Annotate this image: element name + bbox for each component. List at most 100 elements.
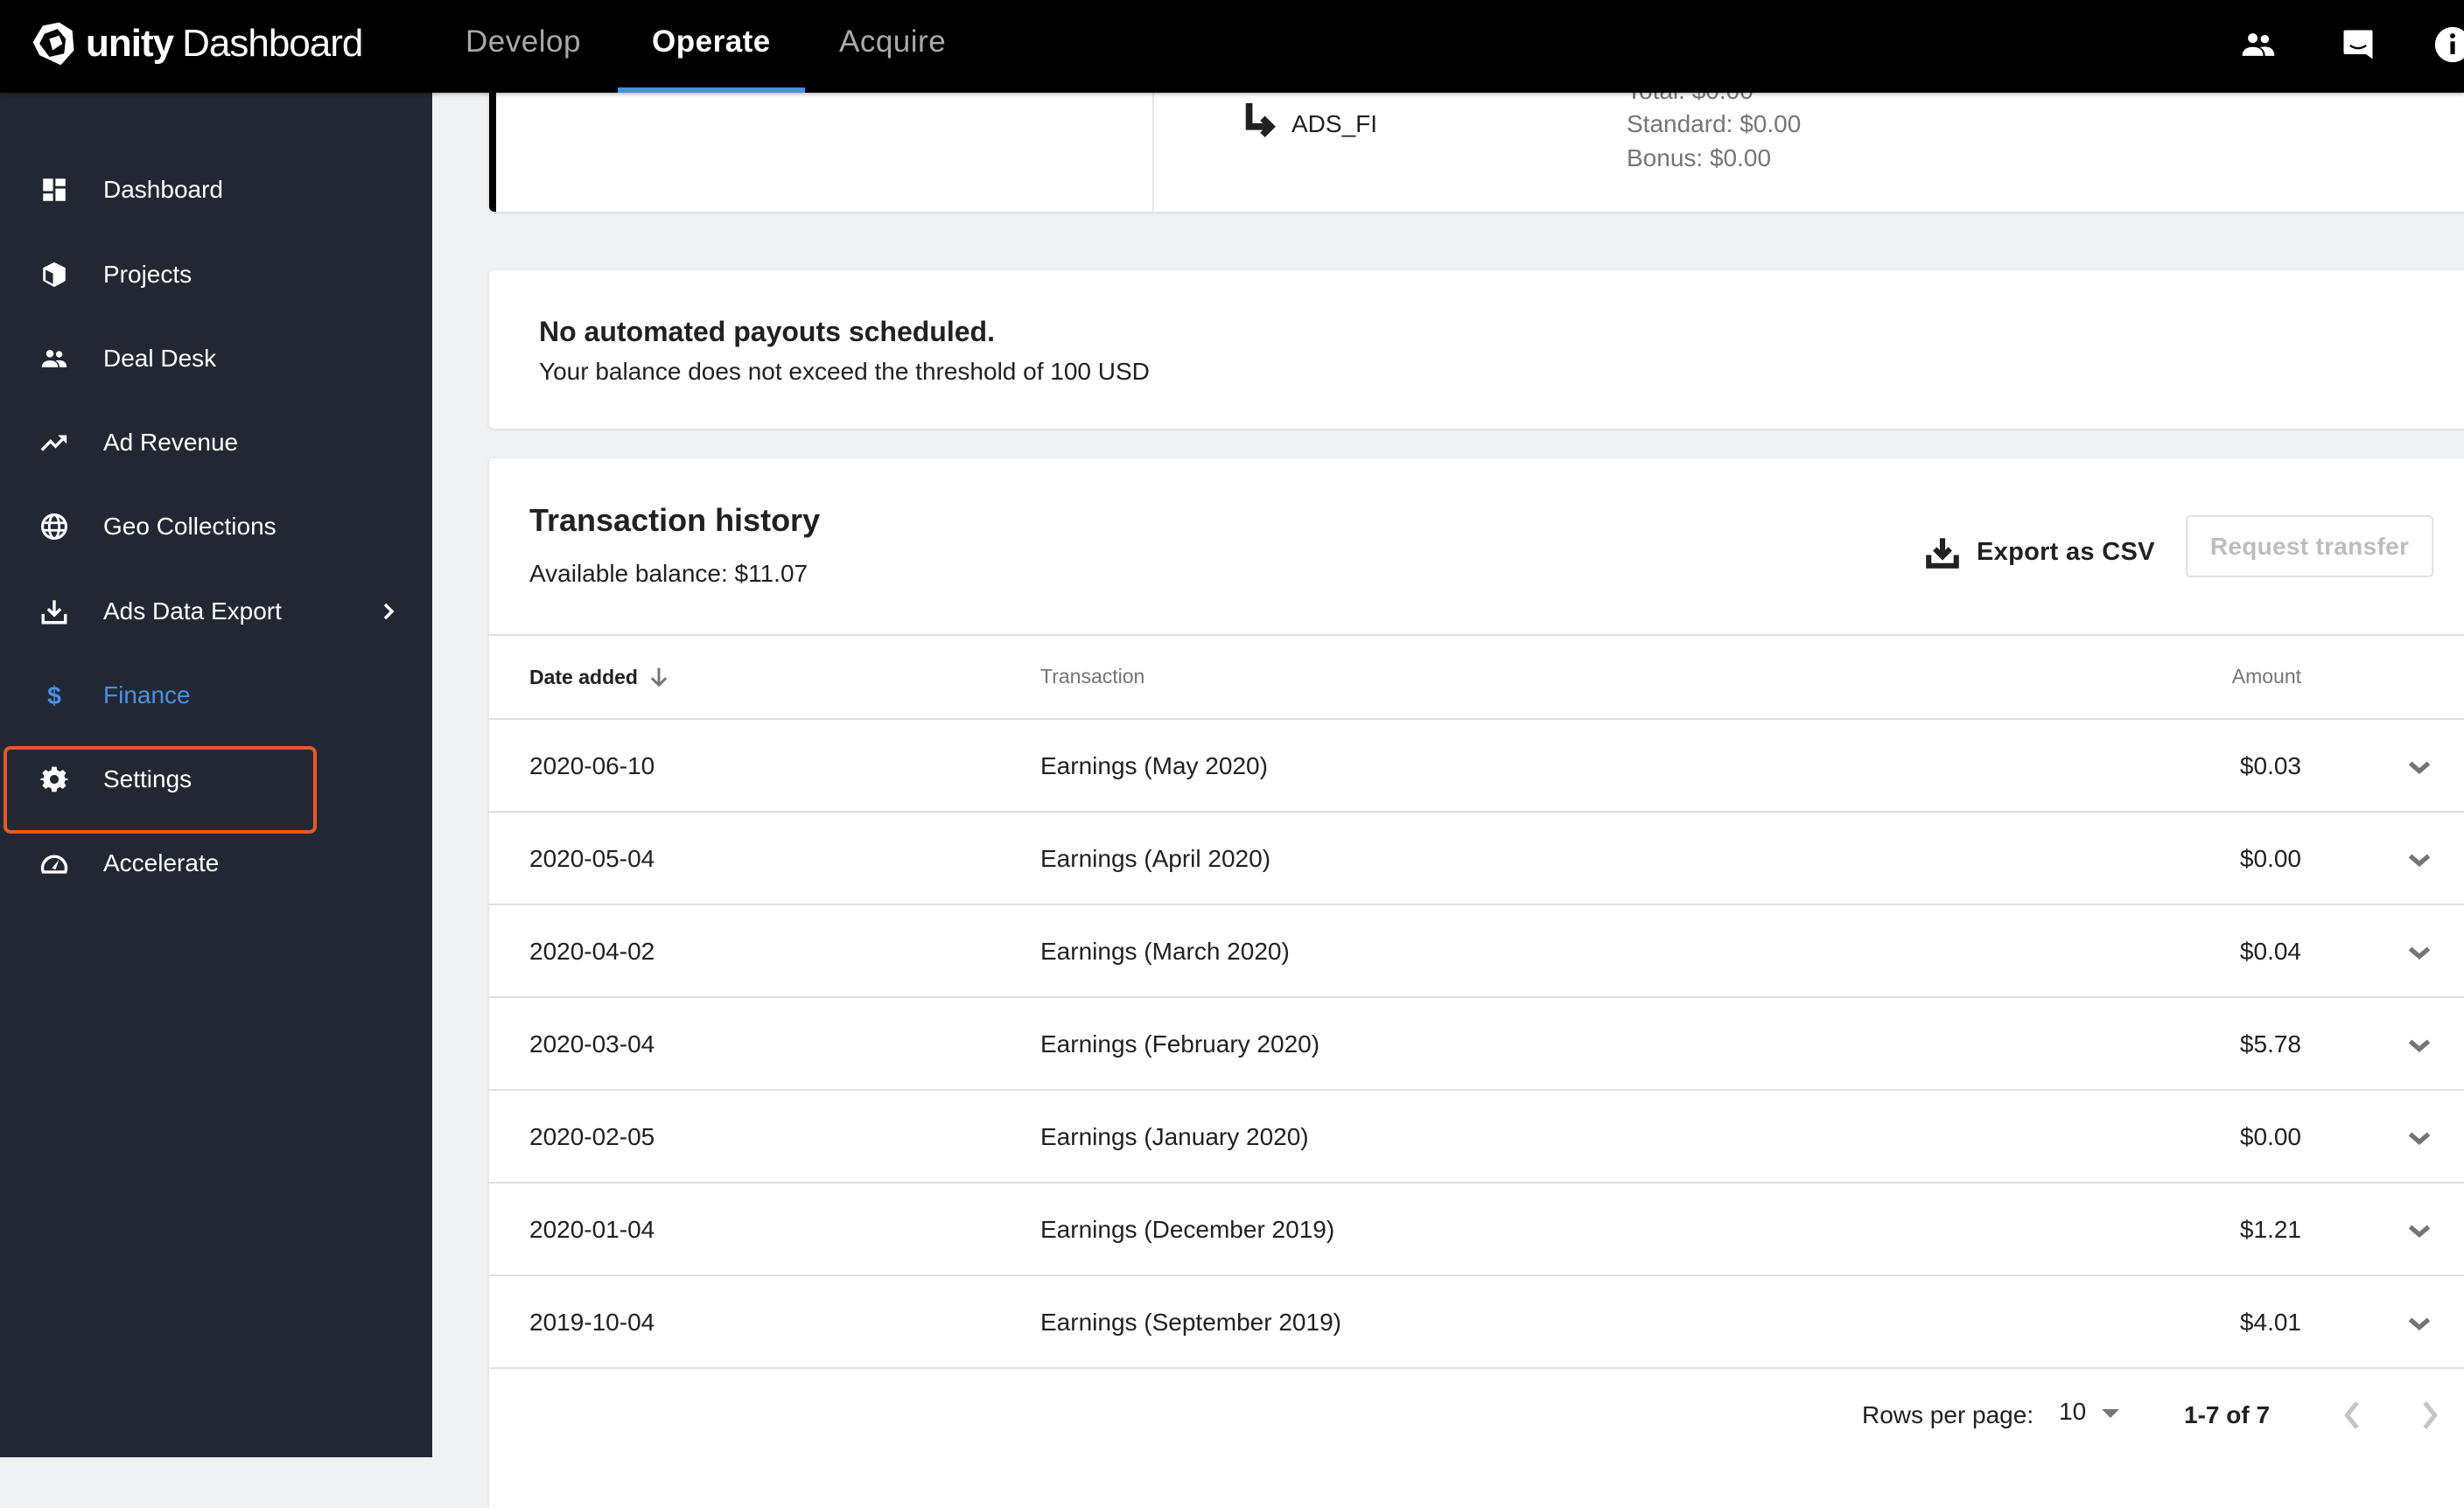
cell-transaction: Earnings (January 2020) [1040, 1123, 1309, 1150]
sidebar-item-label: Finance [103, 681, 191, 709]
tab-operate[interactable]: Operate [652, 24, 771, 59]
payout-subtitle: Your balance does not exceed the thresho… [539, 358, 1150, 385]
sidebar-item-projects[interactable]: Projects [0, 233, 432, 317]
expand-row-chevron-icon[interactable] [2404, 844, 2435, 876]
rows-per-page-value: 10 [2059, 1398, 2087, 1425]
sidebar-item-label: Accelerate [103, 849, 220, 876]
request-transfer-button[interactable]: Request transfer [2186, 515, 2433, 577]
column-header-date-label: Date added [529, 665, 638, 688]
cell-date: 2020-02-05 [529, 1123, 655, 1150]
chat-icon[interactable] [2338, 24, 2378, 65]
sidebar-item-label: Ad Revenue [103, 429, 239, 456]
sidebar-item-deal-desk[interactable]: Deal Desk [0, 317, 432, 401]
dollar-icon: $ [38, 680, 70, 711]
column-header-transaction[interactable]: Transaction [1040, 665, 1144, 688]
next-page-button[interactable] [2417, 1398, 2443, 1433]
rows-per-page-select[interactable]: 10 [2059, 1398, 2120, 1426]
rows-per-page-label: Rows per page: [1862, 1401, 2034, 1428]
sort-descending-icon [650, 667, 668, 688]
payout-status-card: No automated payouts scheduled. Your bal… [489, 270, 2464, 429]
expand-row-chevron-icon[interactable] [2404, 751, 2435, 783]
bonus-balance: Bonus: $0.00 [1627, 144, 1772, 171]
cell-amount: $5.78 [2239, 1030, 2301, 1058]
export-csv-label: Export as CSV [1977, 537, 2155, 566]
dashboard-icon [38, 174, 70, 206]
header-divider [489, 634, 2464, 636]
svg-text:$: $ [47, 682, 61, 710]
chevron-left-icon [2344, 1401, 2359, 1429]
transaction-history-card: Transaction history Available balance: $… [489, 458, 2464, 1508]
sidebar-item-settings[interactable]: Settings [0, 737, 432, 821]
cell-date: 2020-03-04 [529, 1030, 655, 1058]
cell-transaction: Earnings (May 2020) [1040, 752, 1268, 779]
table-row[interactable]: 2020-05-04 Earnings (April 2020) $0.00 [489, 813, 2464, 905]
sidebar-item-geo-collections[interactable]: Geo Collections [0, 485, 432, 569]
sidebar-item-label: Geo Collections [103, 513, 276, 540]
table-row[interactable]: 2020-06-10 Earnings (May 2020) $0.03 [489, 720, 2464, 813]
active-tab-indicator [618, 87, 805, 93]
cell-date: 2020-04-02 [529, 938, 655, 965]
cell-amount: $0.04 [2239, 938, 2301, 965]
cell-transaction: Earnings (September 2019) [1040, 1309, 1341, 1336]
dropdown-arrow-icon [2102, 1409, 2120, 1418]
top-navigation-bar: unity Dashboard Develop Operate Acquire [0, 0, 2464, 93]
export-csv-button[interactable]: Export as CSV [1924, 530, 2155, 574]
standard-balance: Standard: $0.00 [1627, 110, 1802, 137]
chevron-right-icon [2423, 1401, 2438, 1429]
trending-up-icon [38, 427, 70, 458]
chevron-right-icon [378, 601, 399, 622]
table-row[interactable]: 2019-10-04 Earnings (September 2019) $4.01 [489, 1276, 2464, 1369]
sidebar-item-ads-data-export[interactable]: Ads Data Export [0, 569, 432, 653]
expand-row-chevron-icon[interactable] [2404, 1308, 2435, 1339]
sidebar-item-label: Ads Data Export [103, 597, 282, 625]
sidebar-item-label: Deal Desk [103, 345, 217, 372]
cell-amount: $0.00 [2239, 845, 2301, 872]
sidebar: Dashboard Projects Deal Desk Ad Revenue … [0, 93, 432, 1457]
tab-develop[interactable]: Develop [466, 24, 581, 59]
sidebar-item-label: Dashboard [103, 176, 223, 203]
sidebar-item-label: Projects [103, 261, 192, 288]
cell-transaction: Earnings (March 2020) [1040, 938, 1290, 965]
brand-name: unity [86, 22, 174, 65]
sidebar-item-label: Settings [103, 765, 192, 792]
expand-row-chevron-icon[interactable] [2404, 1122, 2435, 1154]
cell-amount: $1.21 [2239, 1216, 2301, 1243]
cell-amount: $0.03 [2239, 752, 2301, 779]
cell-amount: $0.00 [2239, 1123, 2301, 1150]
cell-date: 2020-06-10 [529, 752, 655, 779]
cell-date: 2019-10-04 [529, 1309, 655, 1336]
cell-date: 2020-01-04 [529, 1216, 655, 1243]
sidebar-item-ad-revenue[interactable]: Ad Revenue [0, 401, 432, 485]
available-balance: Available balance: $11.07 [529, 560, 808, 587]
expand-row-chevron-icon[interactable] [2404, 937, 2435, 968]
sidebar-item-finance[interactable]: $ Finance [0, 653, 432, 737]
sidebar-item-accelerate[interactable]: Accelerate [0, 821, 432, 905]
unity-logo-icon [32, 22, 74, 66]
column-header-date[interactable]: Date added [529, 665, 671, 689]
gear-icon [38, 764, 70, 795]
sidebar-item-dashboard[interactable]: Dashboard [0, 148, 432, 232]
globe-icon [38, 511, 70, 542]
cell-amount: $4.01 [2239, 1309, 2301, 1336]
previous-page-button[interactable] [2339, 1398, 2365, 1433]
info-icon[interactable] [2432, 24, 2464, 65]
payout-title: No automated payouts scheduled. [539, 316, 995, 347]
table-row[interactable]: 2020-02-05 Earnings (January 2020) $0.00 [489, 1091, 2464, 1183]
table-row[interactable]: 2020-01-04 Earnings (December 2019) $1.21 [489, 1183, 2464, 1276]
cell-transaction: Earnings (February 2020) [1040, 1030, 1320, 1058]
unity-dashboard-logo[interactable]: unity Dashboard [28, 17, 363, 70]
expand-row-chevron-icon[interactable] [2404, 1215, 2435, 1246]
pagination-range: 1-7 of 7 [2184, 1401, 2271, 1428]
subdirectory-arrow-icon [1243, 101, 1278, 142]
table-row[interactable]: 2020-03-04 Earnings (February 2020) $5.78 [489, 998, 2464, 1091]
column-header-amount[interactable]: Amount [2232, 665, 2301, 688]
table-row[interactable]: 2020-04-02 Earnings (March 2020) $0.04 [489, 905, 2464, 998]
people-icon[interactable] [2238, 24, 2278, 65]
download-icon [1926, 538, 1959, 569]
cell-date: 2020-05-04 [529, 845, 655, 872]
cube-icon [38, 259, 70, 290]
cell-transaction: Earnings (December 2019) [1040, 1216, 1335, 1243]
tab-acquire[interactable]: Acquire [839, 24, 946, 59]
speedometer-icon [38, 848, 70, 879]
expand-row-chevron-icon[interactable] [2404, 1030, 2435, 1061]
